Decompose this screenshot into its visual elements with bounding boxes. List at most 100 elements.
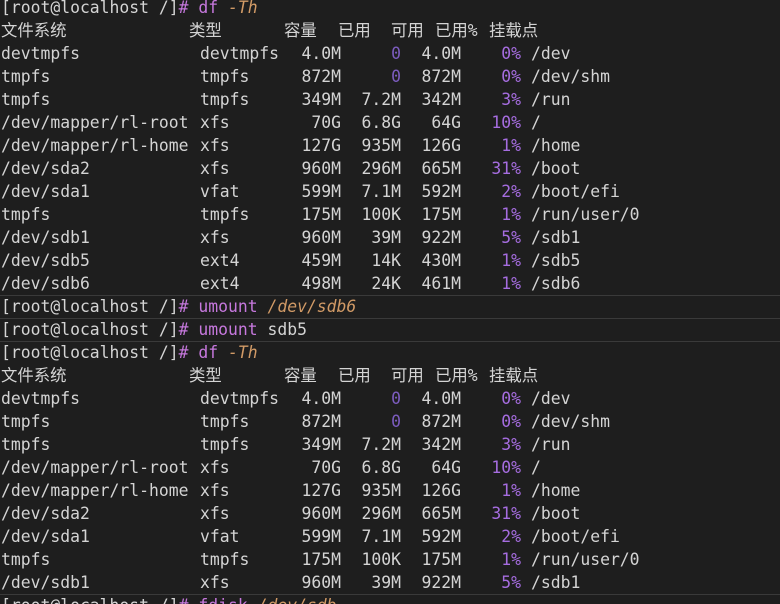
df-cell: /run	[531, 435, 571, 454]
df-cell: tmpfs	[200, 205, 250, 224]
df-cell: /dev/mapper/rl-home	[1, 481, 189, 500]
df-cell: /home	[531, 481, 581, 500]
df-cell: 100K	[361, 550, 401, 569]
df-cell: 14K	[371, 251, 401, 270]
df-cell: /dev/sdb6	[1, 274, 90, 293]
df-cell: 127G	[301, 136, 341, 155]
df-cell: 175M	[301, 550, 341, 569]
df-cell: 64G	[431, 113, 461, 132]
df-cell: 7.1M	[361, 182, 401, 201]
prompt-line: [root@localhost /]# df -Th	[1, 0, 258, 19]
prompt-text: [root@localhost /]	[1, 320, 179, 339]
df-header-cell: 已用%	[435, 366, 478, 385]
df-cell: /dev	[531, 44, 571, 63]
df-cell: /sdb5	[531, 251, 581, 270]
df-cell: 1%	[501, 136, 521, 155]
df-cell: 2%	[501, 182, 521, 201]
df-cell: tmpfs	[1, 90, 51, 109]
df-cell: devtmpfs	[200, 389, 279, 408]
df-cell: 960M	[301, 504, 341, 523]
df-cell: 599M	[301, 527, 341, 546]
df-header-cell: 文件系统	[1, 21, 67, 40]
df-cell: /boot/efi	[531, 182, 620, 201]
command-args: /dev/sdb6	[267, 297, 357, 316]
command-args: -Th	[228, 0, 258, 17]
command-name: df	[198, 343, 219, 362]
prompt-hash: #	[178, 343, 189, 362]
df-cell: tmpfs	[200, 550, 250, 569]
df-cell: 665M	[421, 504, 461, 523]
df-cell: 126G	[421, 136, 461, 155]
df-cell: vfat	[200, 182, 240, 201]
df-cell: 2%	[501, 527, 521, 546]
df-cell: 935M	[361, 481, 401, 500]
prompt-text: [root@localhost /]	[1, 297, 179, 316]
df-cell: 10%	[491, 458, 521, 477]
df-cell: 7.2M	[361, 90, 401, 109]
df-cell: 459M	[301, 251, 341, 270]
terminal-window[interactable]: [root@localhost /]# df -Th 文件系统 类型 容量 已用 可用 已用…	[0, 0, 780, 604]
df-cell: 498M	[301, 274, 341, 293]
df-cell: /boot/efi	[531, 527, 620, 546]
command-name: umount	[198, 320, 258, 339]
df-cell: tmpfs	[200, 90, 250, 109]
df-cell: vfat	[200, 527, 240, 546]
df-cell: tmpfs	[1, 435, 51, 454]
df-header-cell: 容量	[284, 366, 317, 385]
df-cell: 960M	[301, 228, 341, 247]
df-cell: 39M	[371, 228, 401, 247]
df-cell: 0%	[501, 67, 521, 86]
df-cell: 1%	[501, 251, 521, 270]
df-cell: /boot	[531, 504, 581, 523]
df-cell: 0	[391, 389, 401, 408]
df-cell: /sdb6	[531, 274, 581, 293]
df-cell: 0%	[501, 412, 521, 431]
df-cell: 0	[391, 44, 401, 63]
df-cell: 872M	[421, 67, 461, 86]
df-cell: 872M	[421, 412, 461, 431]
prompt-line: [root@localhost /]# umount sdb5	[1, 318, 307, 341]
df-cell: 10%	[491, 113, 521, 132]
df-cell: ext4	[200, 251, 240, 270]
df-cell: 0%	[501, 389, 521, 408]
df-cell: tmpfs	[200, 67, 250, 86]
prompt-line: [root@localhost /]# df -Th	[1, 341, 258, 364]
df-cell: 5%	[501, 573, 521, 592]
df-header-cell: 可用	[391, 21, 424, 40]
df-cell: 665M	[421, 159, 461, 178]
df-cell: xfs	[200, 458, 230, 477]
df-cell: xfs	[200, 481, 230, 500]
prompt-text: [root@localhost /]	[1, 343, 179, 362]
df-cell: xfs	[200, 573, 230, 592]
command-args: /dev/sdb	[258, 596, 337, 604]
df-cell: 3%	[501, 90, 521, 109]
df-cell: 4.0M	[421, 389, 461, 408]
df-cell: 7.2M	[361, 435, 401, 454]
df-cell: /dev/shm	[531, 67, 610, 86]
command-name: df	[198, 0, 219, 17]
df-cell: 960M	[301, 573, 341, 592]
df-cell: devtmpfs	[1, 44, 80, 63]
df-cell: /dev	[531, 389, 571, 408]
df-cell: 430M	[421, 251, 461, 270]
df-cell: 1%	[501, 205, 521, 224]
df-cell: 70G	[311, 458, 341, 477]
df-cell: tmpfs	[200, 412, 250, 431]
command-args: -Th	[228, 343, 258, 362]
df-cell: 126G	[421, 481, 461, 500]
df-cell: /sdb1	[531, 228, 581, 247]
df-cell: 100K	[361, 205, 401, 224]
df-cell: 0	[391, 67, 401, 86]
df-cell: /dev/sdb1	[1, 228, 90, 247]
df-cell: 39M	[371, 573, 401, 592]
df-cell: 342M	[421, 90, 461, 109]
df-cell: tmpfs	[200, 435, 250, 454]
df-cell: 6.8G	[361, 458, 401, 477]
df-cell: devtmpfs	[1, 389, 80, 408]
df-cell: 0	[391, 412, 401, 431]
df-cell: /dev/sda2	[1, 504, 90, 523]
df-cell: 70G	[311, 113, 341, 132]
df-cell: 349M	[301, 435, 341, 454]
df-cell: 872M	[301, 67, 341, 86]
df-cell: /run	[531, 90, 571, 109]
